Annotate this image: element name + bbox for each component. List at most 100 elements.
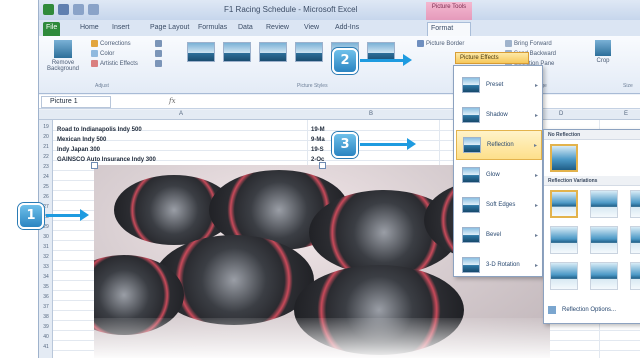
- cell-race-name[interactable]: Mexican Indy 500: [57, 137, 106, 143]
- reflection-variation-option[interactable]: [630, 262, 640, 290]
- save-icon[interactable]: [58, 4, 69, 15]
- remove-background-icon: [54, 40, 72, 58]
- picture-style-thumbnail[interactable]: [223, 42, 251, 62]
- cell-race-name[interactable]: Road to Indianapolis Indy 500: [57, 127, 142, 133]
- compress-pictures-button[interactable]: [155, 40, 162, 47]
- reset-picture-icon: [155, 60, 162, 67]
- callout-badge-2: 2: [332, 48, 358, 74]
- formula-bar: Picture 1 fx: [39, 95, 640, 109]
- column-header[interactable]: A: [179, 111, 183, 117]
- row-header[interactable]: 23: [39, 162, 53, 172]
- menu-item-bevel[interactable]: Bevel ▸: [456, 220, 542, 250]
- remove-background-button[interactable]: Remove Background: [43, 40, 83, 72]
- tab-home[interactable]: Home: [77, 22, 102, 36]
- chevron-right-icon: ▸: [533, 142, 537, 149]
- row-header[interactable]: 33: [39, 262, 53, 272]
- picture-border-icon: [417, 40, 424, 47]
- color-button[interactable]: Color: [91, 50, 114, 57]
- cell-race-date[interactable]: 19-M: [311, 127, 325, 133]
- menu-item-glow[interactable]: Glow ▸: [456, 160, 542, 190]
- row-header[interactable]: 19: [39, 122, 53, 132]
- reflection-variation-option[interactable]: [630, 190, 640, 218]
- menu-item-3d-rotation[interactable]: 3-D Rotation ▸: [456, 250, 542, 280]
- row-header[interactable]: 21: [39, 142, 53, 152]
- tab-data[interactable]: Data: [235, 22, 256, 36]
- reflection-options-link[interactable]: Reflection Options...: [548, 306, 616, 314]
- chevron-right-icon: ▸: [534, 172, 538, 179]
- reflection-variation-option[interactable]: [550, 226, 578, 254]
- reflection-variation-option[interactable]: [590, 226, 618, 254]
- reflection-variation-option[interactable]: [550, 262, 578, 290]
- tab-add-ins[interactable]: Add-Ins: [332, 22, 362, 36]
- menu-item-reflection[interactable]: Reflection ▸: [456, 130, 542, 160]
- menu-item-shadow[interactable]: Shadow ▸: [456, 100, 542, 130]
- adjust-group-label: Adjust: [95, 83, 109, 89]
- reflection-variation-option[interactable]: [590, 262, 618, 290]
- row-header[interactable]: 39: [39, 322, 53, 332]
- row-header[interactable]: 26: [39, 192, 53, 202]
- menu-item-soft-edges[interactable]: Soft Edges ▸: [456, 190, 542, 220]
- row-header[interactable]: 30: [39, 232, 53, 242]
- tab-file[interactable]: File: [43, 22, 61, 36]
- reflection-options-icon: [548, 306, 556, 314]
- bring-forward-button[interactable]: Bring Forward: [505, 40, 552, 47]
- row-header[interactable]: 20: [39, 132, 53, 142]
- column-headers: A B C D E: [39, 110, 640, 120]
- resize-handle[interactable]: [319, 162, 326, 169]
- callout-badge-1: 1: [18, 203, 44, 229]
- row-header[interactable]: 41: [39, 342, 53, 352]
- picture-effects-button[interactable]: Picture Effects: [455, 52, 529, 64]
- callout-arrowhead-3: [407, 138, 416, 150]
- quick-access-toolbar: [43, 4, 99, 15]
- row-header[interactable]: 38: [39, 312, 53, 322]
- reset-picture-button[interactable]: [155, 60, 162, 67]
- callout-arrow-1: [46, 214, 80, 217]
- redo-icon[interactable]: [88, 4, 99, 15]
- row-header[interactable]: 40: [39, 332, 53, 342]
- row-header[interactable]: 32: [39, 252, 53, 262]
- reflection-icon: [463, 137, 481, 153]
- tab-format[interactable]: Format: [427, 22, 471, 36]
- name-box[interactable]: Picture 1: [41, 96, 111, 108]
- tab-page-layout[interactable]: Page Layout: [147, 22, 192, 36]
- row-header[interactable]: 34: [39, 272, 53, 282]
- row-header[interactable]: 25: [39, 182, 53, 192]
- reflection-variation-option[interactable]: [630, 226, 640, 254]
- reflection-variation-option[interactable]: [550, 190, 578, 218]
- undo-icon[interactable]: [73, 4, 84, 15]
- preset-icon: [462, 77, 480, 93]
- color-icon: [91, 50, 98, 57]
- row-header[interactable]: 35: [39, 282, 53, 292]
- menu-item-preset[interactable]: Preset ▸: [456, 70, 542, 100]
- tab-view[interactable]: View: [301, 22, 322, 36]
- chevron-right-icon: ▸: [534, 262, 538, 269]
- row-header[interactable]: 24: [39, 172, 53, 182]
- tab-review[interactable]: Review: [263, 22, 292, 36]
- picture-border-button[interactable]: Picture Border: [417, 40, 464, 47]
- cell-race-date[interactable]: 9-Ma: [311, 137, 325, 143]
- tab-insert[interactable]: Insert: [109, 22, 133, 36]
- picture-style-thumbnail[interactable]: [295, 42, 323, 62]
- picture-style-thumbnail[interactable]: [259, 42, 287, 62]
- corrections-button[interactable]: Corrections: [91, 40, 131, 47]
- cell-race-name[interactable]: GAINSCO Auto Insurance Indy 300: [57, 157, 156, 163]
- artistic-effects-button[interactable]: Artistic Effects: [91, 60, 138, 67]
- picture-style-thumbnail[interactable]: [187, 42, 215, 62]
- cell-race-name[interactable]: Indy Japan 300: [57, 147, 100, 153]
- row-header[interactable]: 31: [39, 242, 53, 252]
- column-header[interactable]: B: [369, 111, 373, 117]
- column-header[interactable]: E: [624, 111, 628, 117]
- fx-icon[interactable]: fx: [169, 97, 176, 105]
- no-reflection-option[interactable]: [550, 144, 578, 172]
- column-header[interactable]: D: [559, 111, 563, 117]
- shadow-icon: [462, 107, 480, 123]
- reflection-variation-option[interactable]: [590, 190, 618, 218]
- row-header[interactable]: 37: [39, 302, 53, 312]
- row-header[interactable]: 36: [39, 292, 53, 302]
- cell-race-date[interactable]: 19-S: [311, 147, 324, 153]
- row-header[interactable]: 22: [39, 152, 53, 162]
- change-picture-button[interactable]: [155, 50, 162, 57]
- crop-button[interactable]: Crop: [595, 40, 611, 64]
- tab-formulas[interactable]: Formulas: [195, 22, 230, 36]
- resize-handle[interactable]: [91, 162, 98, 169]
